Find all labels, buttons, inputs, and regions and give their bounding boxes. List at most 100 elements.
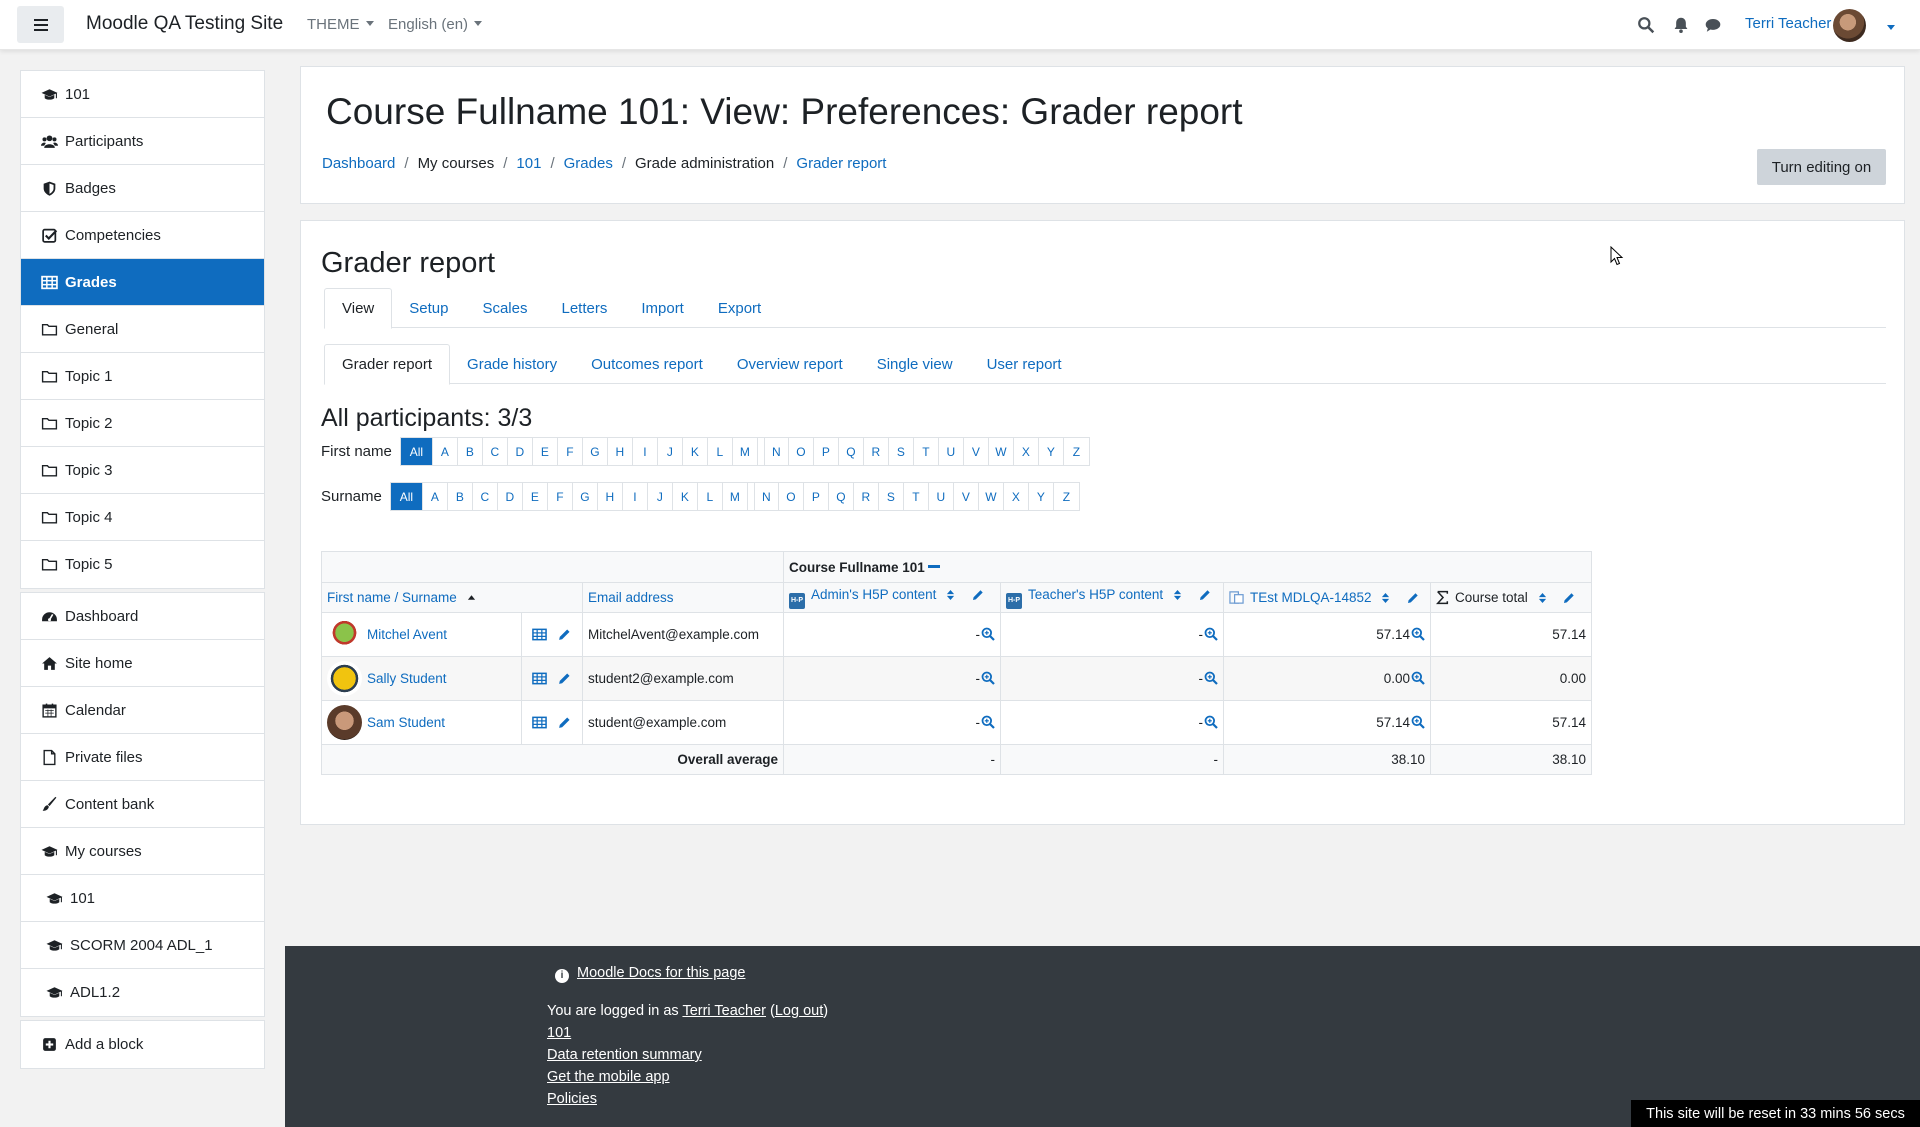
sidebar-item-adl1-2[interactable]: ADL1.2 <box>21 969 264 1016</box>
surname-initial-e[interactable]: E <box>523 483 548 510</box>
col3-link[interactable]: TEst MDLQA-14852 <box>1250 590 1372 605</box>
sort-by-name-link[interactable]: First name / Surname <box>327 590 457 605</box>
search-icon[interactable] <box>1637 16 1655 34</box>
single-view-table-icon[interactable] <box>532 671 547 686</box>
pencil-icon[interactable] <box>557 627 572 642</box>
first-name-initial-d[interactable]: D <box>508 438 533 465</box>
pencil-icon[interactable] <box>557 671 572 686</box>
sort-icon[interactable] <box>946 588 955 602</box>
surname-initial-q[interactable]: Q <box>829 483 854 510</box>
tab-letters[interactable]: Letters <box>544 288 624 328</box>
first-name-initial-y[interactable]: Y <box>1039 438 1064 465</box>
tab-single-view[interactable]: Single view <box>860 344 970 384</box>
surname-initial-j[interactable]: J <box>648 483 673 510</box>
tab-grade-history[interactable]: Grade history <box>450 344 574 384</box>
grade-cell-col3[interactable]: 57.14 <box>1223 612 1431 657</box>
surname-initial-l[interactable]: L <box>698 483 723 510</box>
tab-outcomes-report[interactable]: Outcomes report <box>574 344 720 384</box>
zoom-icon[interactable] <box>1411 627 1425 641</box>
grade-cell-col2[interactable]: - <box>1000 656 1224 701</box>
first-name-initial-q[interactable]: Q <box>839 438 864 465</box>
grade-cell-col2[interactable]: - <box>1000 612 1224 657</box>
sort-icon[interactable] <box>1173 588 1182 602</box>
sort-icon[interactable] <box>1381 591 1390 605</box>
sidebar-item-scorm-2004-adl-1[interactable]: SCORM 2004 ADL_1 <box>21 922 264 969</box>
first-name-initial-p[interactable]: P <box>814 438 839 465</box>
site-name-link[interactable]: Moodle QA Testing Site <box>86 13 283 35</box>
surname-initial-k[interactable]: K <box>673 483 698 510</box>
first-name-initial-o[interactable]: O <box>789 438 814 465</box>
grade-cell-col1[interactable]: - <box>783 700 1001 745</box>
tab-import[interactable]: Import <box>624 288 701 328</box>
moodle-docs-link[interactable]: Moodle Docs for this page <box>577 965 745 981</box>
surname-initial-m[interactable]: M <box>723 483 748 510</box>
first-name-initial-b[interactable]: B <box>458 438 483 465</box>
first-name-initial-m[interactable]: M <box>733 438 758 465</box>
zoom-icon[interactable] <box>981 627 995 641</box>
first-name-initial-z[interactable]: Z <box>1064 438 1089 465</box>
pencil-icon[interactable] <box>1562 591 1576 605</box>
surname-initial-all[interactable]: All <box>390 483 423 510</box>
first-name-initial-v[interactable]: V <box>964 438 989 465</box>
zoom-icon[interactable] <box>1411 671 1425 685</box>
chat-icon[interactable] <box>1704 16 1722 34</box>
surname-initial-r[interactable]: R <box>854 483 879 510</box>
grade-cell-col1[interactable]: - <box>783 612 1001 657</box>
pencil-icon[interactable] <box>971 588 985 602</box>
sort-icon[interactable] <box>1538 591 1547 605</box>
sidebar-item-101[interactable]: 101 <box>21 875 264 922</box>
pencil-icon[interactable] <box>1198 588 1212 602</box>
tab-export[interactable]: Export <box>701 288 778 328</box>
surname-initial-s[interactable]: S <box>879 483 904 510</box>
logout-link[interactable]: Log out <box>775 1003 823 1019</box>
first-name-initial-u[interactable]: U <box>939 438 964 465</box>
first-name-initial-i[interactable]: I <box>633 438 658 465</box>
sidebar-item-badges[interactable]: Badges <box>21 165 264 212</box>
sidebar-item-site-home[interactable]: Site home <box>21 640 264 687</box>
sidebar-item-topic-3[interactable]: Topic 3 <box>21 447 264 494</box>
single-view-table-icon[interactable] <box>532 715 547 730</box>
grade-cell-col3[interactable]: 0.00 <box>1223 656 1431 701</box>
mobile-app-link[interactable]: Get the mobile app <box>547 1069 670 1085</box>
sidebar-item-grades[interactable]: Grades <box>21 259 264 306</box>
student-name-link[interactable]: Sam Student <box>367 715 445 730</box>
first-name-initial-g[interactable]: G <box>583 438 608 465</box>
surname-initial-a[interactable]: A <box>423 483 448 510</box>
col2-link[interactable]: Teacher's H5P content <box>1028 587 1163 602</box>
language-dropdown[interactable]: English (en) <box>388 16 483 33</box>
grade-cell-col3[interactable]: 57.14 <box>1223 700 1431 745</box>
first-name-initial-r[interactable]: R <box>864 438 889 465</box>
breadcrumb-grades[interactable]: Grades <box>564 155 613 172</box>
theme-dropdown[interactable]: THEME <box>307 16 374 33</box>
sidebar-item-private-files[interactable]: Private files <box>21 734 264 781</box>
zoom-icon[interactable] <box>981 671 995 685</box>
surname-initial-z[interactable]: Z <box>1054 483 1079 510</box>
first-name-initial-a[interactable]: A <box>433 438 458 465</box>
first-name-initial-all[interactable]: All <box>400 438 433 465</box>
col1-link[interactable]: Admin's H5P content <box>811 587 936 602</box>
surname-initial-b[interactable]: B <box>448 483 473 510</box>
zoom-icon[interactable] <box>981 715 995 729</box>
sidebar-item-calendar[interactable]: Calendar <box>21 687 264 734</box>
tab-grader-report[interactable]: Grader report <box>324 344 451 385</box>
first-name-initial-h[interactable]: H <box>608 438 633 465</box>
tab-view[interactable]: View <box>324 288 393 329</box>
first-name-initial-w[interactable]: W <box>989 438 1014 465</box>
zoom-icon[interactable] <box>1204 627 1218 641</box>
user-avatar[interactable] <box>1833 9 1866 42</box>
zoom-icon[interactable] <box>1204 671 1218 685</box>
student-name-link[interactable]: Mitchel Avent <box>367 627 447 642</box>
surname-initial-y[interactable]: Y <box>1029 483 1054 510</box>
breadcrumb-grader-report[interactable]: Grader report <box>796 155 886 172</box>
surname-initial-t[interactable]: T <box>904 483 929 510</box>
menu-toggle-button[interactable] <box>17 6 64 43</box>
turn-editing-on-button[interactable]: Turn editing on <box>1757 149 1886 185</box>
collapse-category-icon[interactable] <box>927 564 940 568</box>
breadcrumb-course[interactable]: 101 <box>516 155 541 172</box>
sort-by-email-link[interactable]: Email address <box>588 590 674 605</box>
sidebar-item-topic-2[interactable]: Topic 2 <box>21 400 264 447</box>
tab-setup[interactable]: Setup <box>392 288 465 328</box>
sidebar-item-101[interactable]: 101 <box>21 71 264 118</box>
single-view-table-icon[interactable] <box>532 627 547 642</box>
surname-initial-h[interactable]: H <box>598 483 623 510</box>
